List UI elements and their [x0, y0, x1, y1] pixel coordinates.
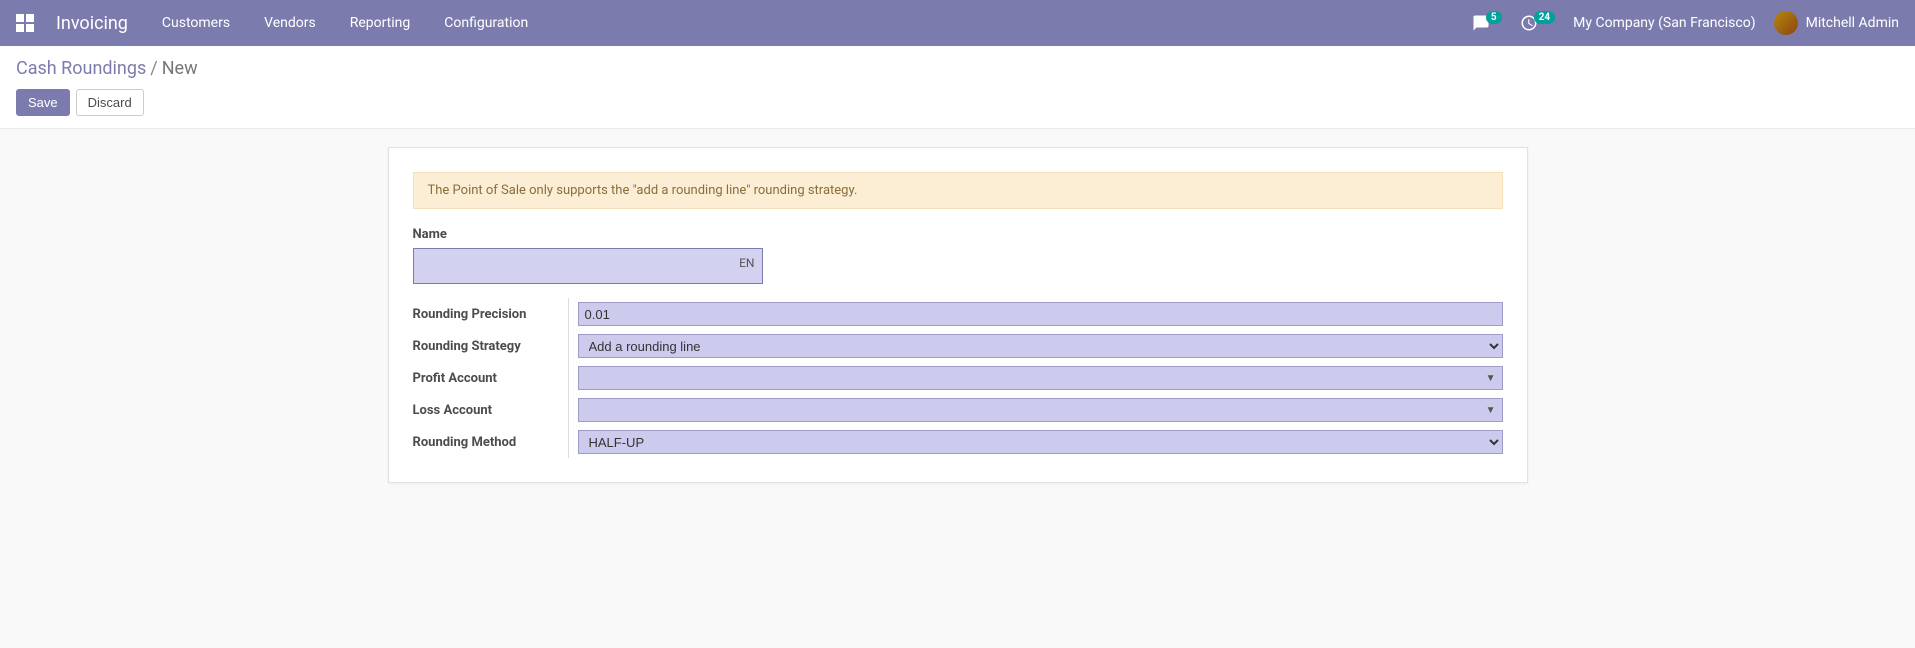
breadcrumb: Cash Roundings/New: [16, 58, 1899, 79]
form-table: Rounding Precision Rounding Strategy Add…: [413, 298, 1503, 458]
apps-icon[interactable]: [16, 14, 34, 32]
cp-buttons: Save Discard: [16, 89, 1899, 116]
loss-label: Loss Account: [413, 403, 568, 418]
nav-reporting[interactable]: Reporting: [350, 15, 411, 31]
profit-account-input[interactable]: ▼: [578, 366, 1503, 390]
name-field: Name EN: [413, 227, 1503, 284]
user-menu[interactable]: Mitchell Admin: [1774, 11, 1899, 35]
messages-badge: 5: [1486, 11, 1502, 24]
activities-badge: 24: [1534, 11, 1555, 24]
nav-menu: Customers Vendors Reporting Configuratio…: [162, 15, 528, 31]
method-label: Rounding Method: [413, 435, 568, 450]
app-title[interactable]: Invoicing: [56, 13, 128, 34]
lang-tag[interactable]: EN: [739, 256, 754, 270]
company-selector[interactable]: My Company (San Francisco): [1573, 15, 1755, 31]
profit-label: Profit Account: [413, 371, 568, 386]
navbar: Invoicing Customers Vendors Reporting Co…: [0, 0, 1915, 46]
breadcrumb-parent[interactable]: Cash Roundings: [16, 58, 146, 79]
activities-icon[interactable]: 24: [1520, 14, 1555, 32]
precision-input[interactable]: [578, 302, 1503, 326]
nav-right: 5 24 My Company (San Francisco) Mitchell…: [1472, 11, 1899, 35]
name-label: Name: [413, 227, 1503, 242]
name-input[interactable]: [413, 248, 763, 284]
form-sheet: The Point of Sale only supports the "add…: [388, 147, 1528, 483]
loss-account-input[interactable]: ▼: [578, 398, 1503, 422]
nav-vendors[interactable]: Vendors: [264, 15, 316, 31]
precision-label: Rounding Precision: [413, 307, 568, 322]
save-button[interactable]: Save: [16, 89, 70, 116]
messages-icon[interactable]: 5: [1472, 14, 1502, 32]
caret-down-icon: ▼: [1486, 405, 1496, 416]
user-name: Mitchell Admin: [1806, 15, 1899, 31]
avatar-icon: [1774, 11, 1798, 35]
discard-button[interactable]: Discard: [76, 89, 144, 116]
nav-customers[interactable]: Customers: [162, 15, 230, 31]
caret-down-icon: ▼: [1486, 373, 1496, 384]
control-panel: Cash Roundings/New Save Discard: [0, 46, 1915, 129]
alert-warning: The Point of Sale only supports the "add…: [413, 172, 1503, 209]
method-select[interactable]: HALF-UP: [578, 430, 1503, 454]
content: The Point of Sale only supports the "add…: [0, 129, 1915, 501]
strategy-label: Rounding Strategy: [413, 339, 568, 354]
breadcrumb-current: New: [162, 58, 198, 79]
nav-left: Invoicing Customers Vendors Reporting Co…: [16, 13, 528, 34]
nav-configuration[interactable]: Configuration: [444, 15, 528, 31]
strategy-select[interactable]: Add a rounding line: [578, 334, 1503, 358]
